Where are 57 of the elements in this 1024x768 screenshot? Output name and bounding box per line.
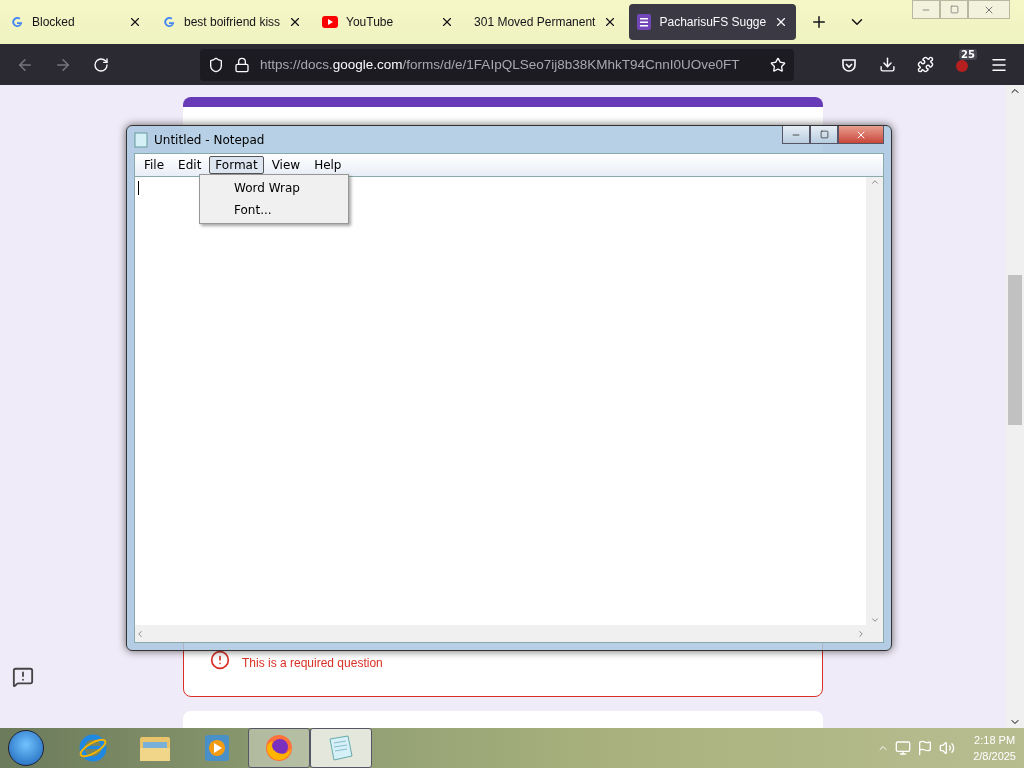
scroll-thumb[interactable] <box>1008 275 1022 425</box>
close-icon[interactable] <box>128 15 142 29</box>
restore-icon <box>949 5 959 14</box>
menu-option[interactable]: Font... <box>200 199 348 221</box>
star-icon[interactable] <box>770 56 786 73</box>
browser-tab[interactable]: best boifriend kiss <box>154 4 311 40</box>
browser-tab[interactable]: Blocked <box>2 4 150 40</box>
reload-icon[interactable] <box>93 56 109 73</box>
shield-icon <box>208 56 224 73</box>
taskbar-button[interactable] <box>248 728 310 768</box>
minimize-button[interactable] <box>782 126 810 144</box>
feedback-icon[interactable] <box>12 666 34 688</box>
count-badge: 25 <box>959 48 977 60</box>
extension-button[interactable]: 25 <box>944 48 980 81</box>
firefox-icon <box>264 733 294 763</box>
scroll-up-icon[interactable] <box>869 177 880 187</box>
menu-item[interactable]: View <box>265 156 307 174</box>
download-icon[interactable] <box>878 56 896 73</box>
error-message: This is a required question <box>242 656 383 670</box>
pocket-icon[interactable] <box>841 56 857 73</box>
volume-icon[interactable] <box>939 740 956 756</box>
google-icon <box>162 15 176 29</box>
maximize-button[interactable] <box>810 126 838 144</box>
vertical-scrollbar[interactable] <box>866 177 883 625</box>
taskbar-button[interactable] <box>310 728 372 768</box>
menu-item[interactable]: Help <box>308 156 348 174</box>
browser-tab[interactable]: YouTube <box>314 4 463 40</box>
window-title: Untitled - Notepad <box>154 132 265 147</box>
horizontal-scrollbar[interactable] <box>135 625 883 642</box>
alert-icon <box>210 650 230 670</box>
forms-icon <box>637 14 652 30</box>
notepad-icon <box>134 131 148 148</box>
menu-option[interactable]: Word Wrap <box>200 177 348 199</box>
browser-tab[interactable]: PacharisuFS Sugge <box>629 4 797 40</box>
google-icon <box>10 15 24 29</box>
browser-e-icon <box>78 733 108 763</box>
menu-item[interactable]: Format <box>209 156 264 174</box>
scroll-right-icon[interactable] <box>856 628 866 639</box>
restore-button[interactable] <box>940 0 968 19</box>
flag-icon[interactable] <box>917 740 934 756</box>
address-field[interactable]: https://docs.google.com/forms/d/e/1FAIpQLSeo7ij8b38KMhkT94CnnI0UOve0FT <box>200 48 794 81</box>
network-icon[interactable] <box>895 740 912 756</box>
folder-icon <box>139 734 171 762</box>
extensions-icon[interactable] <box>916 56 934 73</box>
menu-item[interactable]: File <box>138 156 171 174</box>
close-button[interactable] <box>838 126 884 144</box>
media-player-icon <box>204 734 230 762</box>
youtube-icon <box>322 16 339 28</box>
scroll-down-icon[interactable] <box>869 615 880 625</box>
menu-item[interactable]: Edit <box>172 156 208 174</box>
lock-icon <box>234 56 250 73</box>
maximize-icon <box>819 130 829 139</box>
scroll-left-icon[interactable] <box>135 628 145 639</box>
browser-tab[interactable]: 301 Moved Permanent <box>466 4 626 40</box>
notepad-icon <box>326 733 356 763</box>
close-button[interactable] <box>968 0 1010 19</box>
start-button[interactable] <box>8 730 44 766</box>
